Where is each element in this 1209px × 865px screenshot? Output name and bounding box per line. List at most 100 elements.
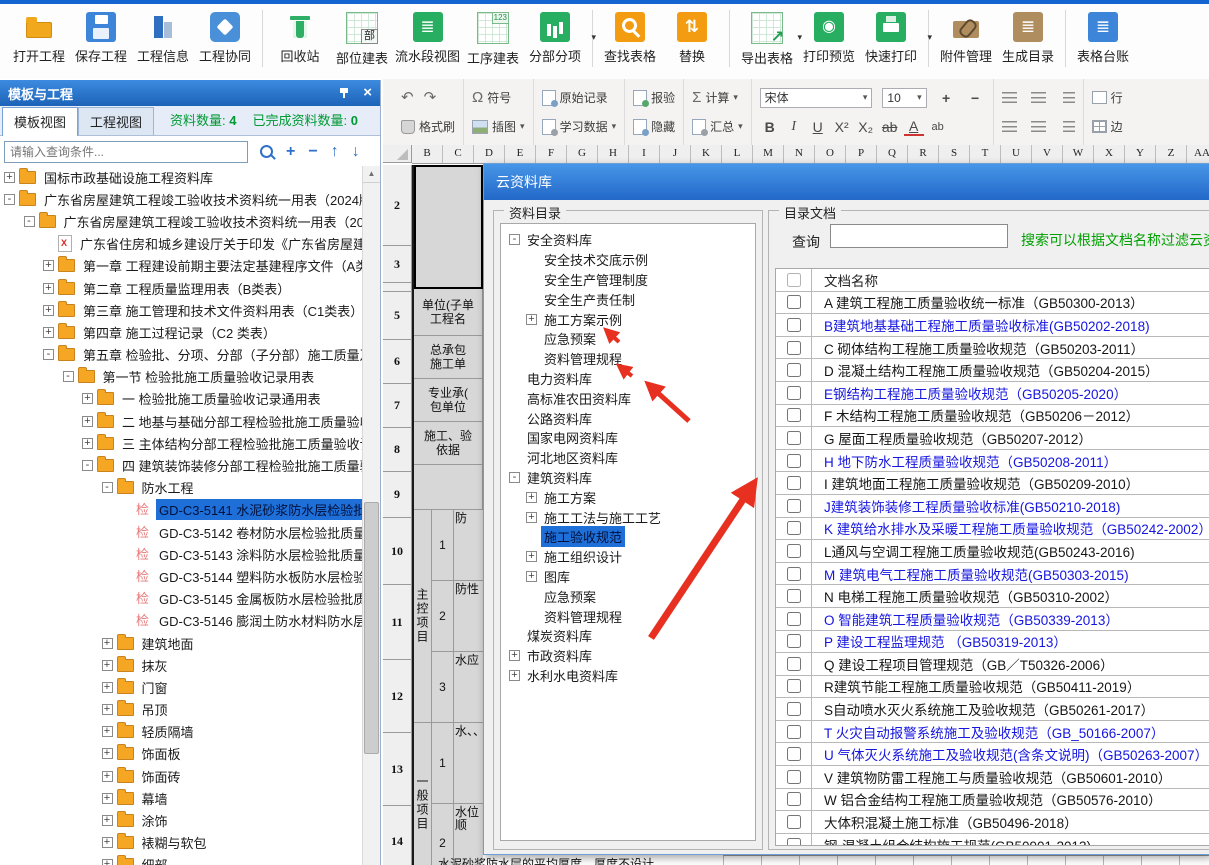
search-input[interactable] xyxy=(4,141,248,163)
document-name[interactable]: U 气体灭火系统施工及验收规范(含条文说明)（GB50263-2007） xyxy=(812,744,1208,764)
document-checkbox[interactable] xyxy=(787,454,801,468)
column-header[interactable]: K xyxy=(691,145,722,163)
tree-item[interactable]: 第三章 施工管理和技术文件资料用表（C1类表） xyxy=(0,299,363,321)
row-header[interactable]: 12 xyxy=(383,660,411,733)
increase-font-button[interactable]: + xyxy=(937,90,956,106)
expand-toggle[interactable] xyxy=(509,650,520,661)
tree-item[interactable]: 市政资料库 xyxy=(503,646,755,666)
document-checkbox[interactable] xyxy=(787,386,801,400)
document-name[interactable]: G 屋面工程质量验收规范（GB50207-2012） xyxy=(812,428,1092,448)
document-row[interactable]: S自动喷水灭火系统施工及验收规范（GB50261-2017） xyxy=(776,698,1209,721)
document-name[interactable]: L通风与空调工程施工质量验收规范(GB50243-2016) xyxy=(812,541,1135,561)
document-name[interactable]: O 智能建筑工程质量验收规范（GB50339-2013） xyxy=(812,609,1119,629)
document-checkbox[interactable] xyxy=(787,341,801,355)
document-name[interactable]: R建筑节能工程施工质量验收规范（GB50411-2019） xyxy=(812,676,1140,696)
tree-item[interactable]: 四 建筑装饰装修分部工程检验批施工质量验收 xyxy=(0,454,363,476)
summary-button[interactable]: 汇总▾ xyxy=(692,118,743,135)
document-row[interactable]: T 火灾自动报警系统施工及验收规范（GB_50166-2007） xyxy=(776,721,1209,744)
document-name[interactable]: 钢-混凝土组合结构施工规范(GB50901-2013) xyxy=(812,835,1091,846)
column-header[interactable]: O xyxy=(815,145,846,163)
document-name[interactable]: F 木结构工程施工质量验收规范（GB50206－2012） xyxy=(812,405,1139,425)
tree-item[interactable]: 饰面砖 xyxy=(0,765,363,787)
tree-item[interactable]: 施工方案示例 xyxy=(503,309,755,329)
document-row[interactable]: U 气体灭火系统施工及验收规范(含条文说明)（GB50263-2007） xyxy=(776,743,1209,766)
toolbar-button[interactable]: 表格台账 ▾ xyxy=(1072,10,1134,67)
selected-cell[interactable] xyxy=(414,165,483,289)
toolbar-button[interactable]: 打开工程 ▾ xyxy=(8,10,70,67)
document-checkbox[interactable] xyxy=(787,476,801,490)
document-name[interactable]: C 砌体结构工程施工质量验收规范（GB50203-2011） xyxy=(812,338,1144,358)
document-name[interactable]: J建筑装饰装修工程质量验收标准(GB50210-2018) xyxy=(812,496,1120,516)
document-checkbox[interactable] xyxy=(787,679,801,693)
column-header[interactable]: E xyxy=(505,145,536,163)
format-brush-button[interactable]: 格式刷 xyxy=(401,118,455,135)
tree-item[interactable]: 图库 xyxy=(503,567,755,587)
column-header[interactable]: Y xyxy=(1125,145,1156,163)
expand-toggle[interactable] xyxy=(4,172,15,183)
document-name[interactable]: E钢结构工程施工质量验收规范（GB50205-2020） xyxy=(812,383,1127,403)
tree-item[interactable]: GD-C3-5144 塑料防水板防水层检验批质 xyxy=(0,565,363,587)
document-row[interactable]: N 电梯工程施工质量验收规范（GB50310-2002） xyxy=(776,585,1209,608)
underline-button[interactable]: U xyxy=(808,119,828,135)
tree-item[interactable]: 煤炭资料库 xyxy=(503,626,755,646)
row-header[interactable]: 3 xyxy=(383,246,411,283)
strikethrough-button[interactable]: ab xyxy=(880,119,900,135)
tree-item[interactable]: 广东省房屋建筑工程竣工验收技术资料统一用表（2024版 xyxy=(0,210,363,232)
tree-item[interactable]: 第五章 检验批、分项、分部（子分部）施工质量及分 xyxy=(0,344,363,366)
tree-scrollbar[interactable]: ▲ xyxy=(362,166,380,865)
sheet-cell[interactable] xyxy=(414,465,483,510)
expand-toggle[interactable] xyxy=(102,482,113,493)
row-header[interactable]: 11 xyxy=(383,585,411,660)
select-all-corner[interactable] xyxy=(383,145,412,163)
document-name[interactable]: Q 建设工程项目管理规范（GB／T50326-2006） xyxy=(812,654,1114,674)
tree-item[interactable]: 第二章 工程质量监理用表（B类表） xyxy=(0,277,363,299)
document-name[interactable]: W 铝合金结构工程施工质量验收规范（GB50576-2010） xyxy=(812,789,1162,809)
toolbar-button[interactable]: 导出表格 ▾ xyxy=(736,10,798,69)
tree-item[interactable]: 国标市政基础设施工程资料库 xyxy=(0,166,363,188)
column-header[interactable]: D xyxy=(474,145,505,163)
expand-toggle[interactable] xyxy=(102,748,113,759)
tree-item[interactable]: 高标准农田资料库 xyxy=(503,388,755,408)
search-icon[interactable] xyxy=(260,145,273,158)
column-header[interactable]: F xyxy=(536,145,567,163)
tree-item[interactable]: 施工验收规范 xyxy=(503,527,755,547)
document-checkbox[interactable] xyxy=(787,725,801,739)
document-checkbox[interactable] xyxy=(787,702,801,716)
document-name[interactable]: H 地下防水工程质量验收规范（GB50208-2011） xyxy=(812,451,1117,471)
align-bottom-icon[interactable] xyxy=(1063,92,1075,103)
expand-toggle[interactable] xyxy=(102,638,113,649)
document-checkbox[interactable] xyxy=(787,589,801,603)
tree-item[interactable]: GD-C3-5146 膨润土防水材料防水层检验 xyxy=(0,610,363,632)
sheet-row[interactable]: 1 水、、 xyxy=(432,723,483,804)
column-header[interactable]: H xyxy=(598,145,629,163)
calculate-button[interactable]: Σ计算▾ xyxy=(692,89,738,106)
symbol-button[interactable]: Ω符号 xyxy=(472,89,511,106)
tree-item[interactable]: 资料管理规程 xyxy=(503,349,755,369)
superscript-button[interactable]: X² xyxy=(832,119,852,135)
row-header[interactable]: 7 xyxy=(383,384,411,428)
tree-item[interactable]: 河北地区资料库 xyxy=(503,448,755,468)
scroll-up-arrow-icon[interactable]: ▲ xyxy=(363,166,380,183)
caret-down-icon[interactable]: ▾ xyxy=(733,92,738,103)
document-row[interactable]: O 智能建筑工程质量验收规范（GB50339-2013） xyxy=(776,608,1209,631)
close-icon[interactable]: × xyxy=(363,86,372,100)
toolbar-button[interactable]: 流水段视图 ▾ xyxy=(393,10,462,67)
column-header[interactable]: G xyxy=(567,145,598,163)
column-header[interactable]: V xyxy=(1032,145,1063,163)
expand-toggle[interactable] xyxy=(4,194,15,205)
tree-item[interactable]: 施工工法与施工工艺 xyxy=(503,507,755,527)
document-name[interactable]: I 建筑地面工程施工质量验收规范（GB50209-2010） xyxy=(812,473,1139,493)
dialog-titlebar[interactable]: 云资料库 xyxy=(484,164,1209,200)
collapse-all-icon[interactable]: − xyxy=(308,143,317,161)
expand-toggle[interactable] xyxy=(102,704,113,715)
toolbar-button[interactable]: 保存工程 ▾ xyxy=(70,10,132,67)
document-row[interactable]: K 建筑给水排水及采暖工程施工质量验收规范（GB50242-2002） xyxy=(776,518,1209,541)
expand-toggle[interactable] xyxy=(82,416,93,427)
document-name[interactable]: V 建筑物防雷工程施工与质量验收规范（GB50601-2010） xyxy=(812,767,1171,787)
row-header[interactable]: 8 xyxy=(383,428,411,472)
align-top-icon[interactable] xyxy=(1002,92,1017,103)
document-row[interactable]: D 混凝土结构工程施工质量验收规范（GB50204-2015） xyxy=(776,359,1209,382)
expand-toggle[interactable] xyxy=(43,283,54,294)
sheet-row[interactable]: 3 水应 xyxy=(432,652,483,722)
tree-item[interactable]: 广东省房屋建筑工程竣工验收技术资料统一用表（2024版） xyxy=(0,188,363,210)
